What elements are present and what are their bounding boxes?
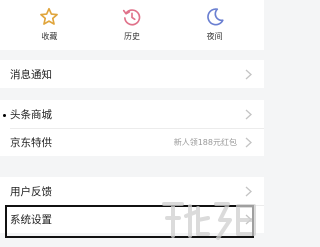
notifications-row[interactable]: 消息通知 — [0, 60, 264, 88]
jd-special-promo: 新人领188元红包 — [173, 137, 237, 147]
jd-special-row[interactable]: 京东特供 新人领188元红包 — [0, 128, 264, 156]
history-button[interactable]: 历史 — [102, 6, 162, 42]
chevron-right-icon — [245, 69, 252, 79]
night-mode-label: 夜间 — [206, 32, 223, 41]
chevron-right-icon — [245, 109, 252, 119]
night-mode-button[interactable]: 夜间 — [185, 6, 245, 42]
site-watermark-logo — [158, 194, 262, 246]
mall-label: 头条商城 — [10, 108, 52, 121]
annotation-dot — [3, 114, 6, 117]
star-icon — [40, 7, 59, 25]
history-icon — [122, 9, 141, 26]
mall-row[interactable]: 头条商城 — [0, 100, 264, 128]
quick-access-bar: 收藏 历史 夜间 — [0, 0, 264, 50]
menu-group-notifications: 消息通知 — [0, 60, 264, 88]
moon-icon — [206, 8, 224, 26]
chevron-right-icon — [245, 137, 252, 147]
notifications-label: 消息通知 — [10, 68, 52, 81]
history-label: 历史 — [123, 32, 140, 41]
jd-special-label: 京东特供 — [10, 136, 52, 149]
favorites-label: 收藏 — [41, 32, 58, 41]
menu-group-shopping: 头条商城 京东特供 新人领188元红包 — [0, 100, 264, 156]
me-page: 收藏 历史 夜间 消息通知 头条商城 京东特供 新人领188元红包 用户反馈 系… — [0, 0, 264, 247]
favorites-button[interactable]: 收藏 — [19, 6, 79, 42]
